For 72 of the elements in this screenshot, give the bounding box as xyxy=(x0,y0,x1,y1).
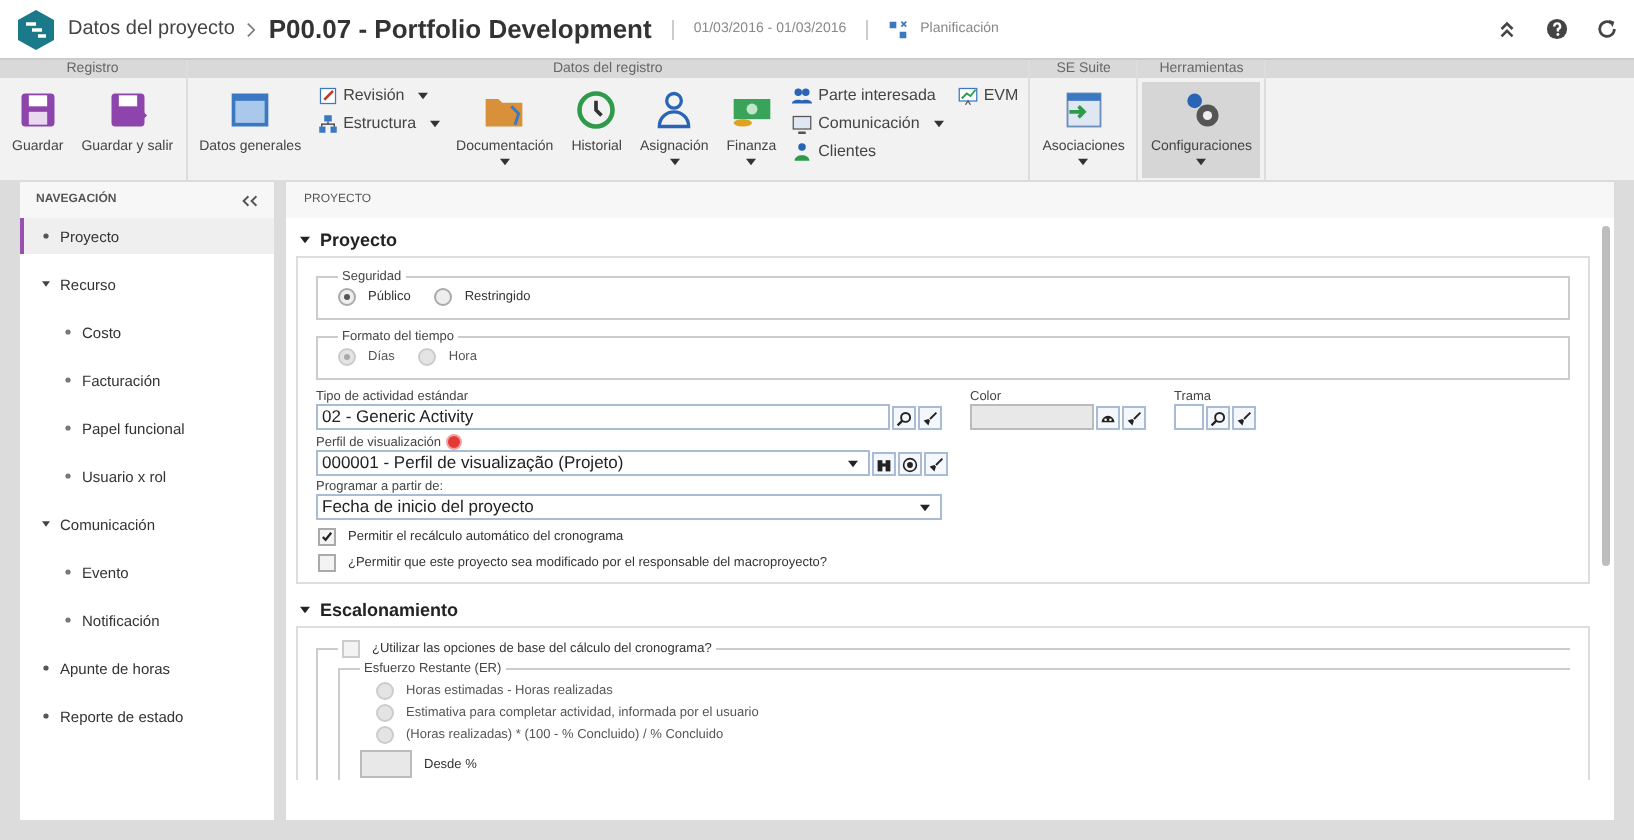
planning-icon xyxy=(888,19,909,39)
color-field[interactable] xyxy=(970,404,1094,430)
caret-icon xyxy=(430,119,441,127)
find-button[interactable] xyxy=(872,451,896,475)
project-title: P00.07 - Portfolio Development xyxy=(268,14,652,44)
collapse-left-icon[interactable] xyxy=(242,193,258,207)
ribbon-menu-button[interactable]: Estructura xyxy=(311,110,447,136)
clear-button[interactable] xyxy=(924,451,948,475)
scrollbar-thumb[interactable] xyxy=(1602,226,1610,566)
caret-down-icon xyxy=(42,520,50,528)
section-header[interactable]: Escalonamiento xyxy=(296,592,1590,626)
people-icon xyxy=(792,85,813,105)
caret-down-icon xyxy=(300,235,310,243)
pattern-field[interactable] xyxy=(1174,404,1204,430)
ribbon-menu-button[interactable]: Parte interesada xyxy=(786,82,950,108)
brush-icon xyxy=(1126,409,1142,427)
bullet-icon xyxy=(64,472,72,480)
logo-icon xyxy=(16,9,56,49)
bullet-icon xyxy=(64,424,72,432)
ribbon-menu-button[interactable]: Revisión xyxy=(311,82,447,108)
clock-icon xyxy=(574,88,619,132)
bullet-icon xyxy=(42,664,50,672)
clear-button[interactable] xyxy=(1122,405,1146,429)
breadcrumb-link[interactable]: Datos del proyecto xyxy=(68,18,235,40)
ribbon-menu-button[interactable]: EVM xyxy=(951,82,1025,108)
target-icon xyxy=(902,455,918,473)
section-header[interactable]: Proyecto xyxy=(296,222,1590,256)
caret-icon xyxy=(499,158,510,166)
chart-icon xyxy=(957,85,978,105)
search-button[interactable] xyxy=(1206,405,1230,429)
search-icon xyxy=(1210,409,1226,427)
refresh-icon[interactable] xyxy=(1596,18,1618,40)
window-icon xyxy=(228,88,273,132)
bullet-icon xyxy=(42,232,50,240)
caret-icon xyxy=(1196,158,1207,166)
bullet-icon xyxy=(64,376,72,384)
chevron-right-icon xyxy=(246,21,257,37)
checkmark-icon xyxy=(320,530,334,544)
caret-icon xyxy=(920,503,930,511)
bullet-icon xyxy=(64,328,72,336)
input-field[interactable]: 02 - Generic Activity xyxy=(316,404,890,430)
clear-button[interactable] xyxy=(918,405,942,429)
percent-field[interactable] xyxy=(360,750,412,778)
ribbon-menu-button[interactable]: Clientes xyxy=(786,138,950,164)
brush-icon xyxy=(1236,409,1252,427)
clear-button[interactable] xyxy=(1232,405,1256,429)
tree-icon xyxy=(317,113,338,133)
caret-down-icon xyxy=(42,280,50,288)
dropdown-field[interactable]: 000001 - Perfil de visualização (Projeto) xyxy=(316,450,870,476)
brush-icon xyxy=(928,455,944,473)
caret-icon xyxy=(933,119,944,127)
caret-icon xyxy=(746,158,757,166)
ribbon-menu-button[interactable]: Comunicación xyxy=(786,110,950,136)
caret-down-icon xyxy=(300,605,310,613)
collapse-icon[interactable] xyxy=(1496,18,1518,40)
brush-icon xyxy=(922,409,938,427)
bullet-icon xyxy=(64,616,72,624)
search-button[interactable] xyxy=(892,405,916,429)
caret-icon xyxy=(1078,158,1089,166)
dropdown-field[interactable]: Fecha de inicio del proyecto xyxy=(316,494,942,520)
palette-button[interactable] xyxy=(1096,405,1120,429)
caret-icon xyxy=(669,158,680,166)
search-icon xyxy=(896,409,912,427)
caret-icon xyxy=(848,459,858,467)
bullet-icon xyxy=(64,568,72,576)
caret-icon xyxy=(418,91,429,99)
bullet-icon xyxy=(42,712,50,720)
pencil-icon xyxy=(317,85,338,105)
people-icon xyxy=(792,141,813,161)
view-button[interactable] xyxy=(898,451,922,475)
help-icon[interactable] xyxy=(1546,18,1568,40)
monitor-icon xyxy=(792,113,813,133)
